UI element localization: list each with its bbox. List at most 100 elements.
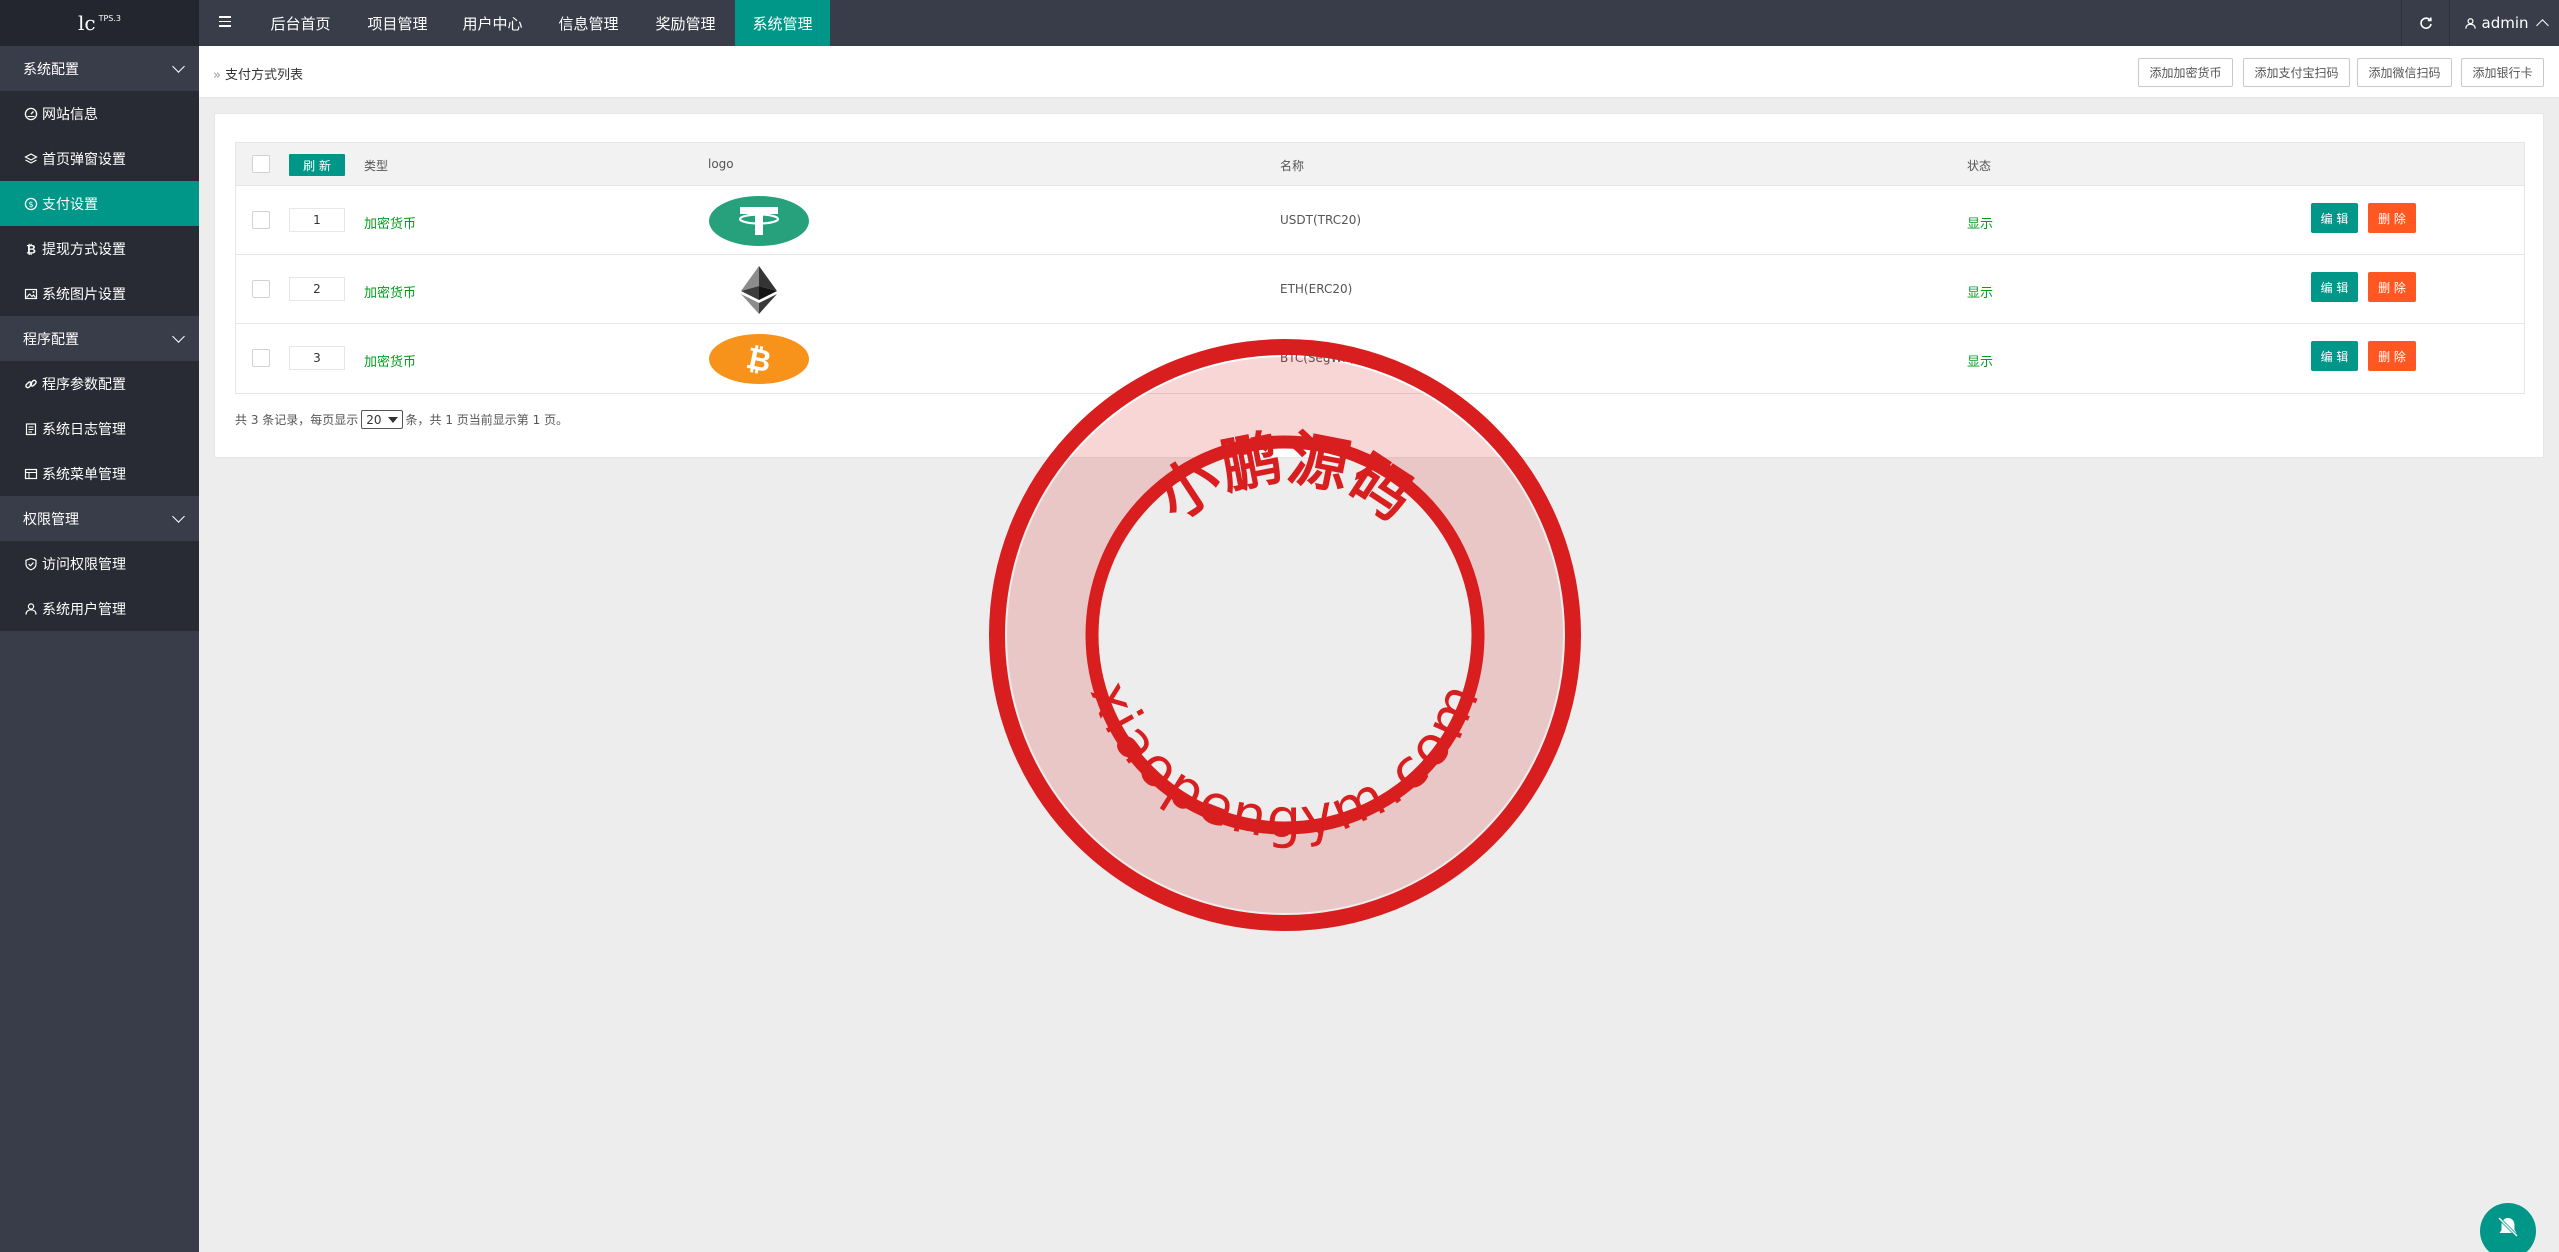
sidebar-item-label: 程序参数配置 [42, 376, 126, 393]
sidebar-item-program-params[interactable]: 程序参数配置 [0, 361, 199, 406]
sidebar-item-payment-settings[interactable]: $ 支付设置 [0, 181, 199, 226]
svg-text:₿: ₿ [26, 242, 36, 256]
table-icon [24, 468, 38, 479]
delete-button[interactable]: 删 除 [2368, 203, 2416, 233]
notification-bubble[interactable] [2480, 1203, 2536, 1252]
sidebar-item-label: 系统菜单管理 [42, 466, 126, 483]
delete-button[interactable]: 删 除 [2368, 341, 2416, 371]
breadcrumb: » 支付方式列表 [213, 64, 303, 83]
table-row: 3 加密货币 ₿ BTC(SegWit) 显示 编 辑 删 除 [236, 324, 2524, 393]
edit-button[interactable]: 编 辑 [2311, 272, 2358, 302]
sidebar-item-system-logs[interactable]: 系统日志管理 [0, 406, 199, 451]
app-logo[interactable]: lc TPS.3 [0, 0, 199, 46]
ethereum-logo [741, 266, 777, 314]
row-checkbox[interactable] [252, 349, 270, 367]
tether-logo [709, 196, 809, 246]
nav-home[interactable]: 后台首页 [262, 0, 339, 46]
nav-user-center[interactable]: 用户中心 [454, 0, 531, 46]
left-sidebar: lc TPS.3 系统配置 网站信息 首页弹窗设置 $ 支付设置 ₿ 提现方式设… [0, 0, 199, 1252]
user-icon [25, 602, 37, 615]
row-name: ETH(ERC20) [1280, 282, 1353, 296]
sidebar-item-access-permission[interactable]: 访问权限管理 [0, 541, 199, 586]
bitcoin-icon: ₿ [26, 242, 36, 256]
page-size-value: 20 [366, 412, 382, 427]
header-name: 名称 [1280, 159, 1305, 173]
select-all-checkbox[interactable] [252, 155, 270, 173]
row-type: 加密货币 [364, 355, 417, 370]
sidebar-item-withdraw-settings[interactable]: ₿ 提现方式设置 [0, 226, 199, 271]
payment-table: 刷 新 类型 logo 名称 状态 1 加密货币 USDT(TRC20) 显示 … [235, 142, 2525, 394]
table-row: 1 加密货币 USDT(TRC20) 显示 编 辑 删 除 [236, 186, 2524, 255]
refresh-icon [2419, 17, 2432, 29]
add-alipay-button[interactable]: 添加支付宝扫码 [2243, 58, 2350, 87]
sidebar-group-label: 系统配置 [23, 61, 79, 78]
image-icon [24, 288, 38, 299]
user-icon [2464, 17, 2476, 29]
bitcoin-logo: ₿ [709, 334, 809, 384]
gauge-icon [24, 107, 38, 120]
row-checkbox[interactable] [252, 211, 270, 229]
header-type: 类型 [364, 159, 389, 173]
sidebar-item-label: 支付设置 [42, 196, 98, 213]
row-type: 加密货币 [364, 217, 417, 232]
watermark-bottom-textpath: xiaopengym.com [1078, 671, 1489, 850]
svg-text:$: $ [28, 200, 33, 209]
user-menu[interactable]: admin [2451, 0, 2559, 46]
sidebar-item-popup-settings[interactable]: 首页弹窗设置 [0, 136, 199, 181]
sidebar-item-site-info[interactable]: 网站信息 [0, 91, 199, 136]
row-status[interactable]: 显示 [1967, 282, 1993, 301]
add-crypto-button[interactable]: 添加加密货币 [2138, 58, 2233, 87]
header-status: 状态 [1967, 159, 1992, 173]
page-size-select[interactable]: 20 [361, 410, 403, 429]
nav-projects[interactable]: 项目管理 [359, 0, 436, 46]
table-row: 2 加密货币 ETH(ERC20) 显示 编 辑 删 除 [236, 255, 2524, 324]
delete-button[interactable]: 删 除 [2368, 272, 2416, 302]
sidebar-item-system-menu[interactable]: 系统菜单管理 [0, 451, 199, 496]
pagination-suffix: 条，共 1 页当前显示第 1 页。 [405, 413, 569, 427]
edit-button[interactable]: 编 辑 [2311, 203, 2358, 233]
row-status[interactable]: 显示 [1967, 213, 1993, 232]
sort-input[interactable]: 3 [289, 346, 345, 370]
edit-button[interactable]: 编 辑 [2311, 341, 2358, 371]
refresh-button[interactable]: 刷 新 [289, 154, 345, 176]
user-name: admin [2481, 14, 2529, 32]
sidebar-group-label: 程序配置 [23, 331, 79, 348]
sidebar-item-system-users[interactable]: 系统用户管理 [0, 586, 199, 631]
row-name: USDT(TRC20) [1280, 213, 1362, 227]
breadcrumb-separator: » [213, 68, 221, 83]
breadcrumb-title[interactable]: 支付方式列表 [225, 68, 303, 83]
header-logo: logo [708, 157, 734, 171]
shield-icon [25, 557, 37, 570]
bell-off-icon [2497, 1216, 2519, 1238]
sidebar-item-image-settings[interactable]: 系统图片设置 [0, 271, 199, 316]
sidebar-group-permission[interactable]: 权限管理 [0, 496, 199, 541]
chevron-down-icon [172, 329, 185, 343]
sidebar-group-program-config[interactable]: 程序配置 [0, 316, 199, 361]
nav-rewards[interactable]: 奖励管理 [647, 0, 724, 46]
payment-list-card: 刷 新 类型 logo 名称 状态 1 加密货币 USDT(TRC20) 显示 … [214, 113, 2544, 458]
pagination-prefix: 共 3 条记录，每页显示 [235, 413, 359, 427]
nav-system[interactable]: 系统管理 [735, 0, 830, 46]
breadcrumb-bar: » 支付方式列表 添加加密货币 添加支付宝扫码 添加微信扫码 添加银行卡 [199, 46, 2559, 98]
sidebar-item-label: 首页弹窗设置 [42, 151, 126, 168]
logo-sub-text: TPS.3 [98, 13, 122, 23]
pagination: 共 3 条记录，每页显示 20 条，共 1 页当前显示第 1 页。 [235, 410, 568, 429]
row-type: 加密货币 [364, 286, 417, 301]
row-name: BTC(SegWit) [1280, 351, 1355, 365]
sidebar-item-label: 访问权限管理 [42, 556, 126, 573]
menu-toggle-icon[interactable] [219, 16, 231, 28]
sidebar-item-label: 系统日志管理 [42, 421, 126, 438]
refresh-page-button[interactable] [2401, 0, 2450, 46]
sidebar-group-system-config[interactable]: 系统配置 [0, 46, 199, 91]
sort-input[interactable]: 2 [289, 277, 345, 301]
sort-input[interactable]: 1 [289, 208, 345, 232]
add-bank-card-button[interactable]: 添加银行卡 [2461, 58, 2544, 87]
nav-info[interactable]: 信息管理 [550, 0, 627, 46]
row-checkbox[interactable] [252, 280, 270, 298]
row-status[interactable]: 显示 [1967, 351, 1993, 370]
watermark-bottom-text: xiaopengym.com [1078, 671, 1493, 850]
table-header: 刷 新 类型 logo 名称 状态 [236, 143, 2524, 186]
logo-main-text: lc [77, 11, 96, 35]
add-wechat-button[interactable]: 添加微信扫码 [2357, 58, 2452, 87]
sidebar-item-label: 系统用户管理 [42, 601, 126, 618]
